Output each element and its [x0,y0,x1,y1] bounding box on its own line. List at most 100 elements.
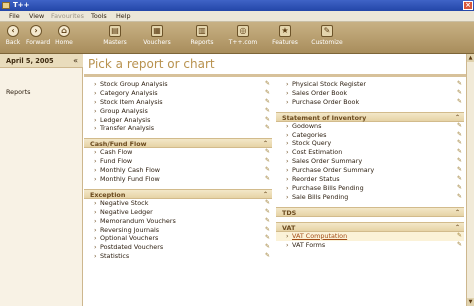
menu-bar: File View Favourites Tools Help [0,11,474,22]
report-item[interactable]: Postdated Vouchers ✎ [84,243,272,252]
report-item[interactable]: Group Analysis ✎ [84,107,272,116]
edit-pencil-icon[interactable]: ✎ [457,139,462,148]
right-report-column: Physical Stock Register✎Sales Order Book… [276,80,464,249]
edit-pencil-icon[interactable]: ✎ [457,98,462,107]
report-item[interactable]: Category Analysis ✎ [84,89,272,98]
report-item[interactable]: VAT Computation ✎ [276,231,464,241]
toolbar-back-button[interactable]: ‹ Back [3,25,23,46]
edit-pencil-icon[interactable]: ✎ [457,184,462,193]
edit-pencil-icon[interactable]: ✎ [457,122,462,131]
report-item[interactable]: Monthly Cash Flow ✎ [84,166,272,175]
report-item[interactable]: Stock Group Analysis ✎ [84,80,272,89]
collapse-section-icon[interactable]: ⌃ [455,208,460,218]
report-item[interactable]: Optional Vouchers ✎ [84,234,272,243]
collapse-sidebar-icon[interactable]: « [73,54,78,68]
section-header[interactable]: Statement of Inventory ⌃ [276,111,464,122]
edit-pencil-icon[interactable]: ✎ [457,131,462,140]
scroll-down-icon[interactable]: ▼ [467,298,474,306]
edit-pencil-icon[interactable]: ✎ [457,241,462,250]
toolbar-label: Features [272,39,298,46]
report-item[interactable]: Purchase Bills Pending ✎ [276,184,464,193]
report-item[interactable]: Reversing Journals ✎ [84,226,272,235]
report-item[interactable]: Statistics ✎ [84,252,272,261]
app-icon [2,2,10,9]
report-item[interactable]: Sales Order Summary ✎ [276,157,464,166]
report-item[interactable]: Sales Order Book ✎ [276,89,464,98]
edit-pencil-icon[interactable]: ✎ [457,89,462,98]
section-header[interactable]: Cash/Fund Flow ⌃ [84,138,272,149]
vertical-scrollbar[interactable]: ▲ ▼ [466,54,474,306]
report-item[interactable]: Physical Stock Register ✎ [276,80,464,89]
close-icon[interactable]: × [463,1,473,10]
report-item[interactable]: Purchase Order Book ✎ [276,98,464,107]
edit-pencil-icon[interactable]: ✎ [457,175,462,184]
edit-pencil-icon[interactable]: ✎ [265,226,270,235]
report-item[interactable]: Reorder Status ✎ [276,175,464,184]
toolbar-forward-button[interactable]: › Forward [26,25,50,46]
toolbar-label: Home [55,39,73,46]
sidebar-item-reports[interactable]: Reports [6,88,31,96]
edit-pencil-icon[interactable]: ✎ [457,148,462,157]
report-item[interactable]: Fund Flow ✎ [84,157,272,166]
report-item[interactable]: VAT Forms ✎ [276,241,464,250]
toolbar-vouchers-button[interactable]: ▦ Vouchers [140,25,174,46]
report-item[interactable]: Negative Ledger ✎ [84,208,272,217]
toolbar-home-button[interactable]: ⌂ Home [54,25,74,46]
report-item[interactable]: Negative Stock ✎ [84,199,272,208]
edit-pencil-icon[interactable]: ✎ [265,234,270,243]
toolbar-tcom-button[interactable]: ◎ T++.com [226,25,260,46]
menu-help[interactable]: Help [116,11,131,22]
report-item-label: Postdated Vouchers [100,243,164,252]
edit-pencil-icon[interactable]: ✎ [265,124,270,133]
report-item[interactable]: Cost Estimation ✎ [276,148,464,157]
edit-pencil-icon[interactable]: ✎ [265,80,270,89]
home-icon: ⌂ [58,25,70,37]
edit-pencil-icon[interactable]: ✎ [265,157,270,166]
section-header[interactable]: Exception ⌃ [84,188,272,199]
report-item[interactable]: Stock Query ✎ [276,139,464,148]
reports-icon: ▥ [196,25,208,37]
edit-pencil-icon[interactable]: ✎ [265,148,270,157]
report-item-label: Reorder Status [292,175,340,184]
section-header[interactable]: VAT ⌃ [276,221,464,232]
edit-pencil-icon[interactable]: ✎ [265,243,270,252]
toolbar-customize-button[interactable]: ✎ Customize [310,25,344,46]
report-item[interactable]: Ledger Analysis ✎ [84,116,272,125]
edit-pencil-icon[interactable]: ✎ [457,193,462,202]
edit-pencil-icon[interactable]: ✎ [265,217,270,226]
report-item[interactable]: Sale Bills Pending ✎ [276,193,464,202]
menu-file[interactable]: File [9,11,20,22]
report-item[interactable]: Monthly Fund Flow ✎ [84,175,272,184]
edit-pencil-icon[interactable]: ✎ [265,199,270,208]
left-report-column: Stock Group Analysis✎Category Analysis✎S… [84,80,272,261]
edit-pencil-icon[interactable]: ✎ [265,98,270,107]
section-header[interactable]: TDS ⌃ [276,206,464,218]
toolbar-masters-button[interactable]: ▤ Masters [98,25,132,46]
report-item[interactable]: Stock Item Analysis ✎ [84,98,272,107]
report-item[interactable]: Transfer Analysis ✎ [84,124,272,133]
report-item[interactable]: Cash Flow ✎ [84,148,272,157]
report-item-label: Categories [292,130,327,139]
edit-pencil-icon[interactable]: ✎ [457,166,462,175]
report-item[interactable]: Godowns ✎ [276,122,464,131]
edit-pencil-icon[interactable]: ✎ [265,107,270,116]
edit-pencil-icon[interactable]: ✎ [265,252,270,261]
menu-tools[interactable]: Tools [91,11,107,22]
edit-pencil-icon[interactable]: ✎ [265,166,270,175]
edit-pencil-icon[interactable]: ✎ [457,157,462,166]
edit-pencil-icon[interactable]: ✎ [457,80,462,89]
edit-pencil-icon[interactable]: ✎ [457,232,462,241]
toolbar-features-button[interactable]: ★ Features [268,25,302,46]
toolbar-reports-button[interactable]: ▥ Reports [185,25,219,46]
report-item[interactable]: Purchase Order Summary ✎ [276,166,464,175]
edit-pencil-icon[interactable]: ✎ [265,175,270,184]
edit-pencil-icon[interactable]: ✎ [265,208,270,217]
report-item[interactable]: Memorandum Vouchers ✎ [84,217,272,226]
edit-pencil-icon[interactable]: ✎ [265,89,270,98]
report-item-label: Purchase Order Summary [292,166,375,175]
edit-pencil-icon[interactable]: ✎ [265,116,270,125]
report-item[interactable]: Categories ✎ [276,131,464,140]
scroll-up-icon[interactable]: ▲ [467,54,474,62]
menu-view[interactable]: View [29,11,44,22]
